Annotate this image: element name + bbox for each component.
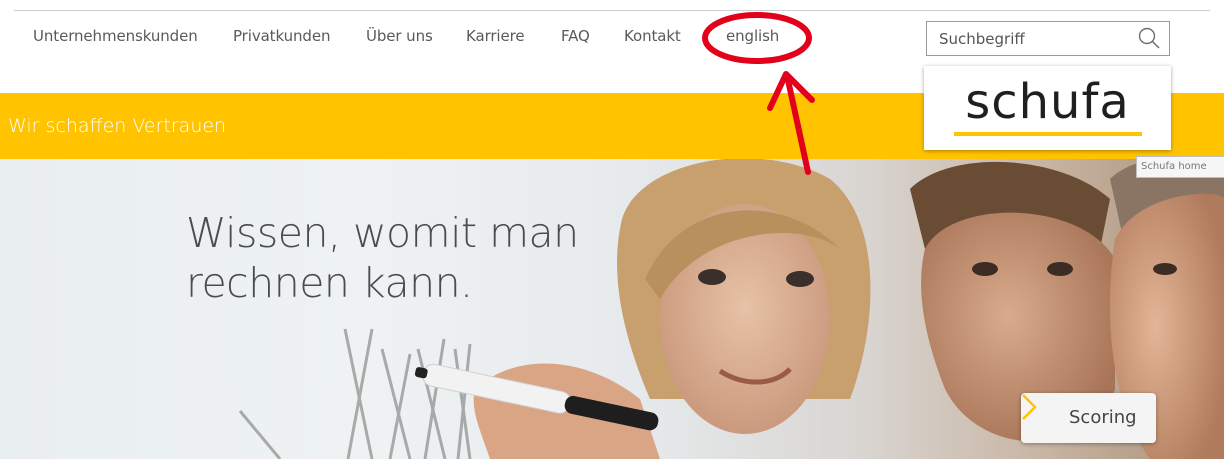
scoring-label: Scoring [1069, 407, 1137, 428]
nav-item-karriere[interactable]: Karriere [466, 27, 525, 45]
top-divider [14, 10, 1210, 11]
nav-item-kontakt[interactable]: Kontakt [624, 27, 681, 45]
nav-item-unternehmenskunden[interactable]: Unternehmenskunden [33, 27, 198, 45]
logo-wordmark: schufa [965, 74, 1130, 130]
logo-tooltip: Schufa home [1136, 156, 1224, 178]
schufa-logo[interactable]: schufa [924, 66, 1171, 150]
chevron-right-icon [1022, 394, 1037, 420]
nav-item-privatkunden[interactable]: Privatkunden [233, 27, 330, 45]
hero-headline-line2: rechnen kann. [186, 259, 473, 307]
hero-headline: Wissen, womit man rechnen kann. [186, 208, 579, 308]
hero-section: Wissen, womit man rechnen kann. Scoring [0, 159, 1224, 459]
logo-underline [954, 132, 1142, 136]
search-input[interactable] [927, 22, 1127, 55]
search-icon[interactable] [1137, 26, 1161, 50]
search-box [926, 21, 1170, 56]
nav-item-english[interactable]: english [726, 27, 779, 45]
board-strokes [238, 328, 472, 459]
scoring-button[interactable]: Scoring [1021, 393, 1156, 443]
nav-item-faq[interactable]: FAQ [561, 27, 590, 45]
tagline: Wir schaffen Vertrauen [8, 115, 227, 137]
nav-item-ueber-uns[interactable]: Über uns [366, 27, 433, 45]
hero-headline-line1: Wissen, womit man [186, 209, 579, 257]
